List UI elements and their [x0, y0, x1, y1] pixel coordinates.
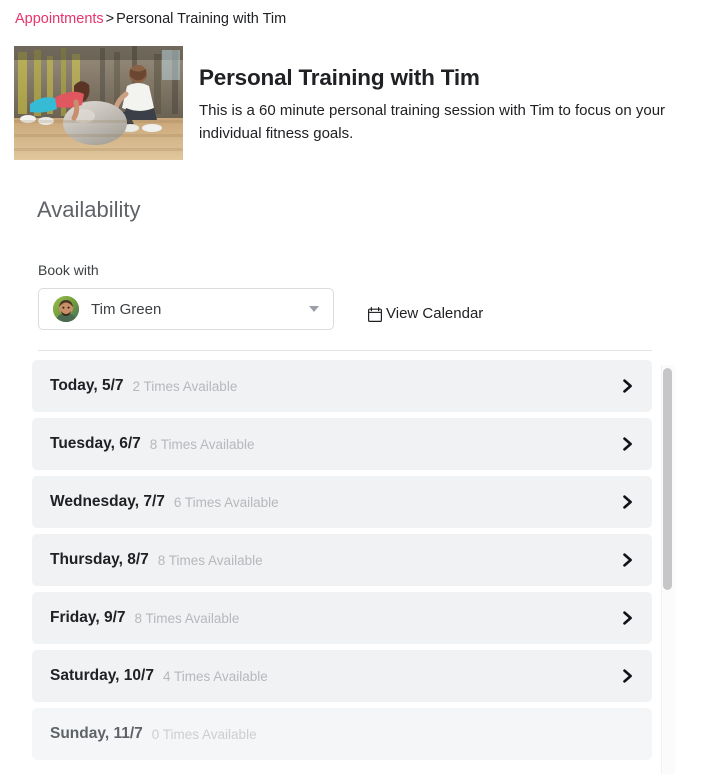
day-row-date: Sunday, 11/7 — [50, 725, 143, 742]
day-row-times-available: 4 Times Available — [162, 668, 268, 684]
day-row-times-available: 6 Times Available — [173, 494, 279, 510]
day-row[interactable]: Today, 5/7 2 Times Available — [32, 360, 652, 412]
view-calendar-button[interactable]: View Calendar — [368, 303, 483, 325]
day-row[interactable]: Wednesday, 7/7 6 Times Available — [32, 476, 652, 528]
service-description: This is a 60 minute personal training se… — [199, 102, 666, 142]
day-row-times-available: 8 Times Available — [157, 552, 263, 568]
service-info: Personal Training with Tim This is a 60 … — [199, 64, 688, 145]
breadcrumb-separator: > — [105, 11, 115, 27]
day-row-date: Saturday, 10/7 — [50, 667, 154, 684]
day-row-date: Today, 5/7 — [50, 377, 124, 394]
day-row-times-available: 2 Times Available — [132, 378, 238, 394]
view-calendar-label: View Calendar — [386, 305, 484, 322]
day-row: Sunday, 11/7 0 Times Available — [32, 708, 652, 760]
day-row-times-available: 8 Times Available — [134, 610, 240, 626]
page-title: Personal Training with Tim — [199, 65, 480, 90]
staff-select-value: Tim Green — [91, 300, 162, 318]
chevron-down-icon — [309, 306, 319, 312]
availability-heading: Availability — [37, 197, 141, 222]
chevron-right-icon — [622, 437, 634, 451]
book-with-label: Book with — [38, 262, 99, 278]
service-header: Personal Training with Tim This is a 60 … — [14, 46, 688, 160]
day-row-date: Tuesday, 6/7 — [50, 435, 141, 452]
day-row[interactable]: Saturday, 10/7 4 Times Available — [32, 650, 652, 702]
day-list-scrollbar-thumb[interactable] — [663, 368, 672, 590]
day-row-date: Friday, 9/7 — [50, 609, 126, 626]
chevron-right-icon — [622, 379, 634, 393]
service-thumbnail-image — [14, 46, 183, 160]
calendar-icon — [368, 306, 383, 322]
breadcrumb: Appointments > Personal Training with Tim — [15, 9, 286, 29]
chevron-right-icon — [622, 495, 634, 509]
availability-day-list: Today, 5/7 2 Times Available Tuesday, 6/7 8… — [32, 360, 652, 766]
breadcrumb-link-appointments[interactable]: Appointments — [15, 11, 104, 27]
day-row-times-available: 0 Times Available — [151, 726, 257, 742]
day-row[interactable]: Tuesday, 6/7 8 Times Available — [32, 418, 652, 470]
staff-select[interactable]: Tim Green — [38, 288, 334, 330]
day-row-date: Wednesday, 7/7 — [50, 493, 165, 510]
day-row-times-available: 8 Times Available — [149, 436, 255, 452]
chevron-right-icon — [622, 669, 634, 683]
avatar — [53, 296, 79, 322]
section-divider — [38, 350, 652, 351]
day-row[interactable]: Thursday, 8/7 8 Times Available — [32, 534, 652, 586]
day-row-date: Thursday, 8/7 — [50, 551, 149, 568]
chevron-right-icon — [622, 611, 634, 625]
day-row[interactable]: Friday, 9/7 8 Times Available — [32, 592, 652, 644]
breadcrumb-current-page: Personal Training with Tim — [116, 11, 287, 27]
chevron-right-icon — [622, 553, 634, 567]
